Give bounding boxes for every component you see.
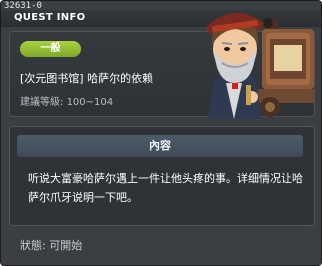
level-range: 100~104 xyxy=(66,97,114,108)
recommended-level: 建議等級: 100~104 xyxy=(20,93,113,108)
content-header: 內容 xyxy=(17,135,303,157)
level-label: 建議等級: xyxy=(20,97,64,108)
quest-type-badge: 一般 xyxy=(20,41,81,57)
status-label: 狀態: xyxy=(20,239,46,252)
quest-status: 狀態: 可開始 xyxy=(20,237,82,253)
quest-info-window: 32631-0 QUEST INFO 一般 [次元图书馆] 哈萨尔的依赖 建議等… xyxy=(0,0,322,266)
status-value: 可開始 xyxy=(49,239,83,252)
quest-description: 听说大富豪哈萨尔遇上一件让他头疼的事。详细情况让哈萨尔爪牙说明一下吧。 xyxy=(28,172,303,204)
npc-portrait-icon xyxy=(204,9,320,119)
window-title: QUEST INFO xyxy=(14,12,86,23)
quest-title: [次元图书馆] 哈萨尔的依赖 xyxy=(20,72,154,85)
